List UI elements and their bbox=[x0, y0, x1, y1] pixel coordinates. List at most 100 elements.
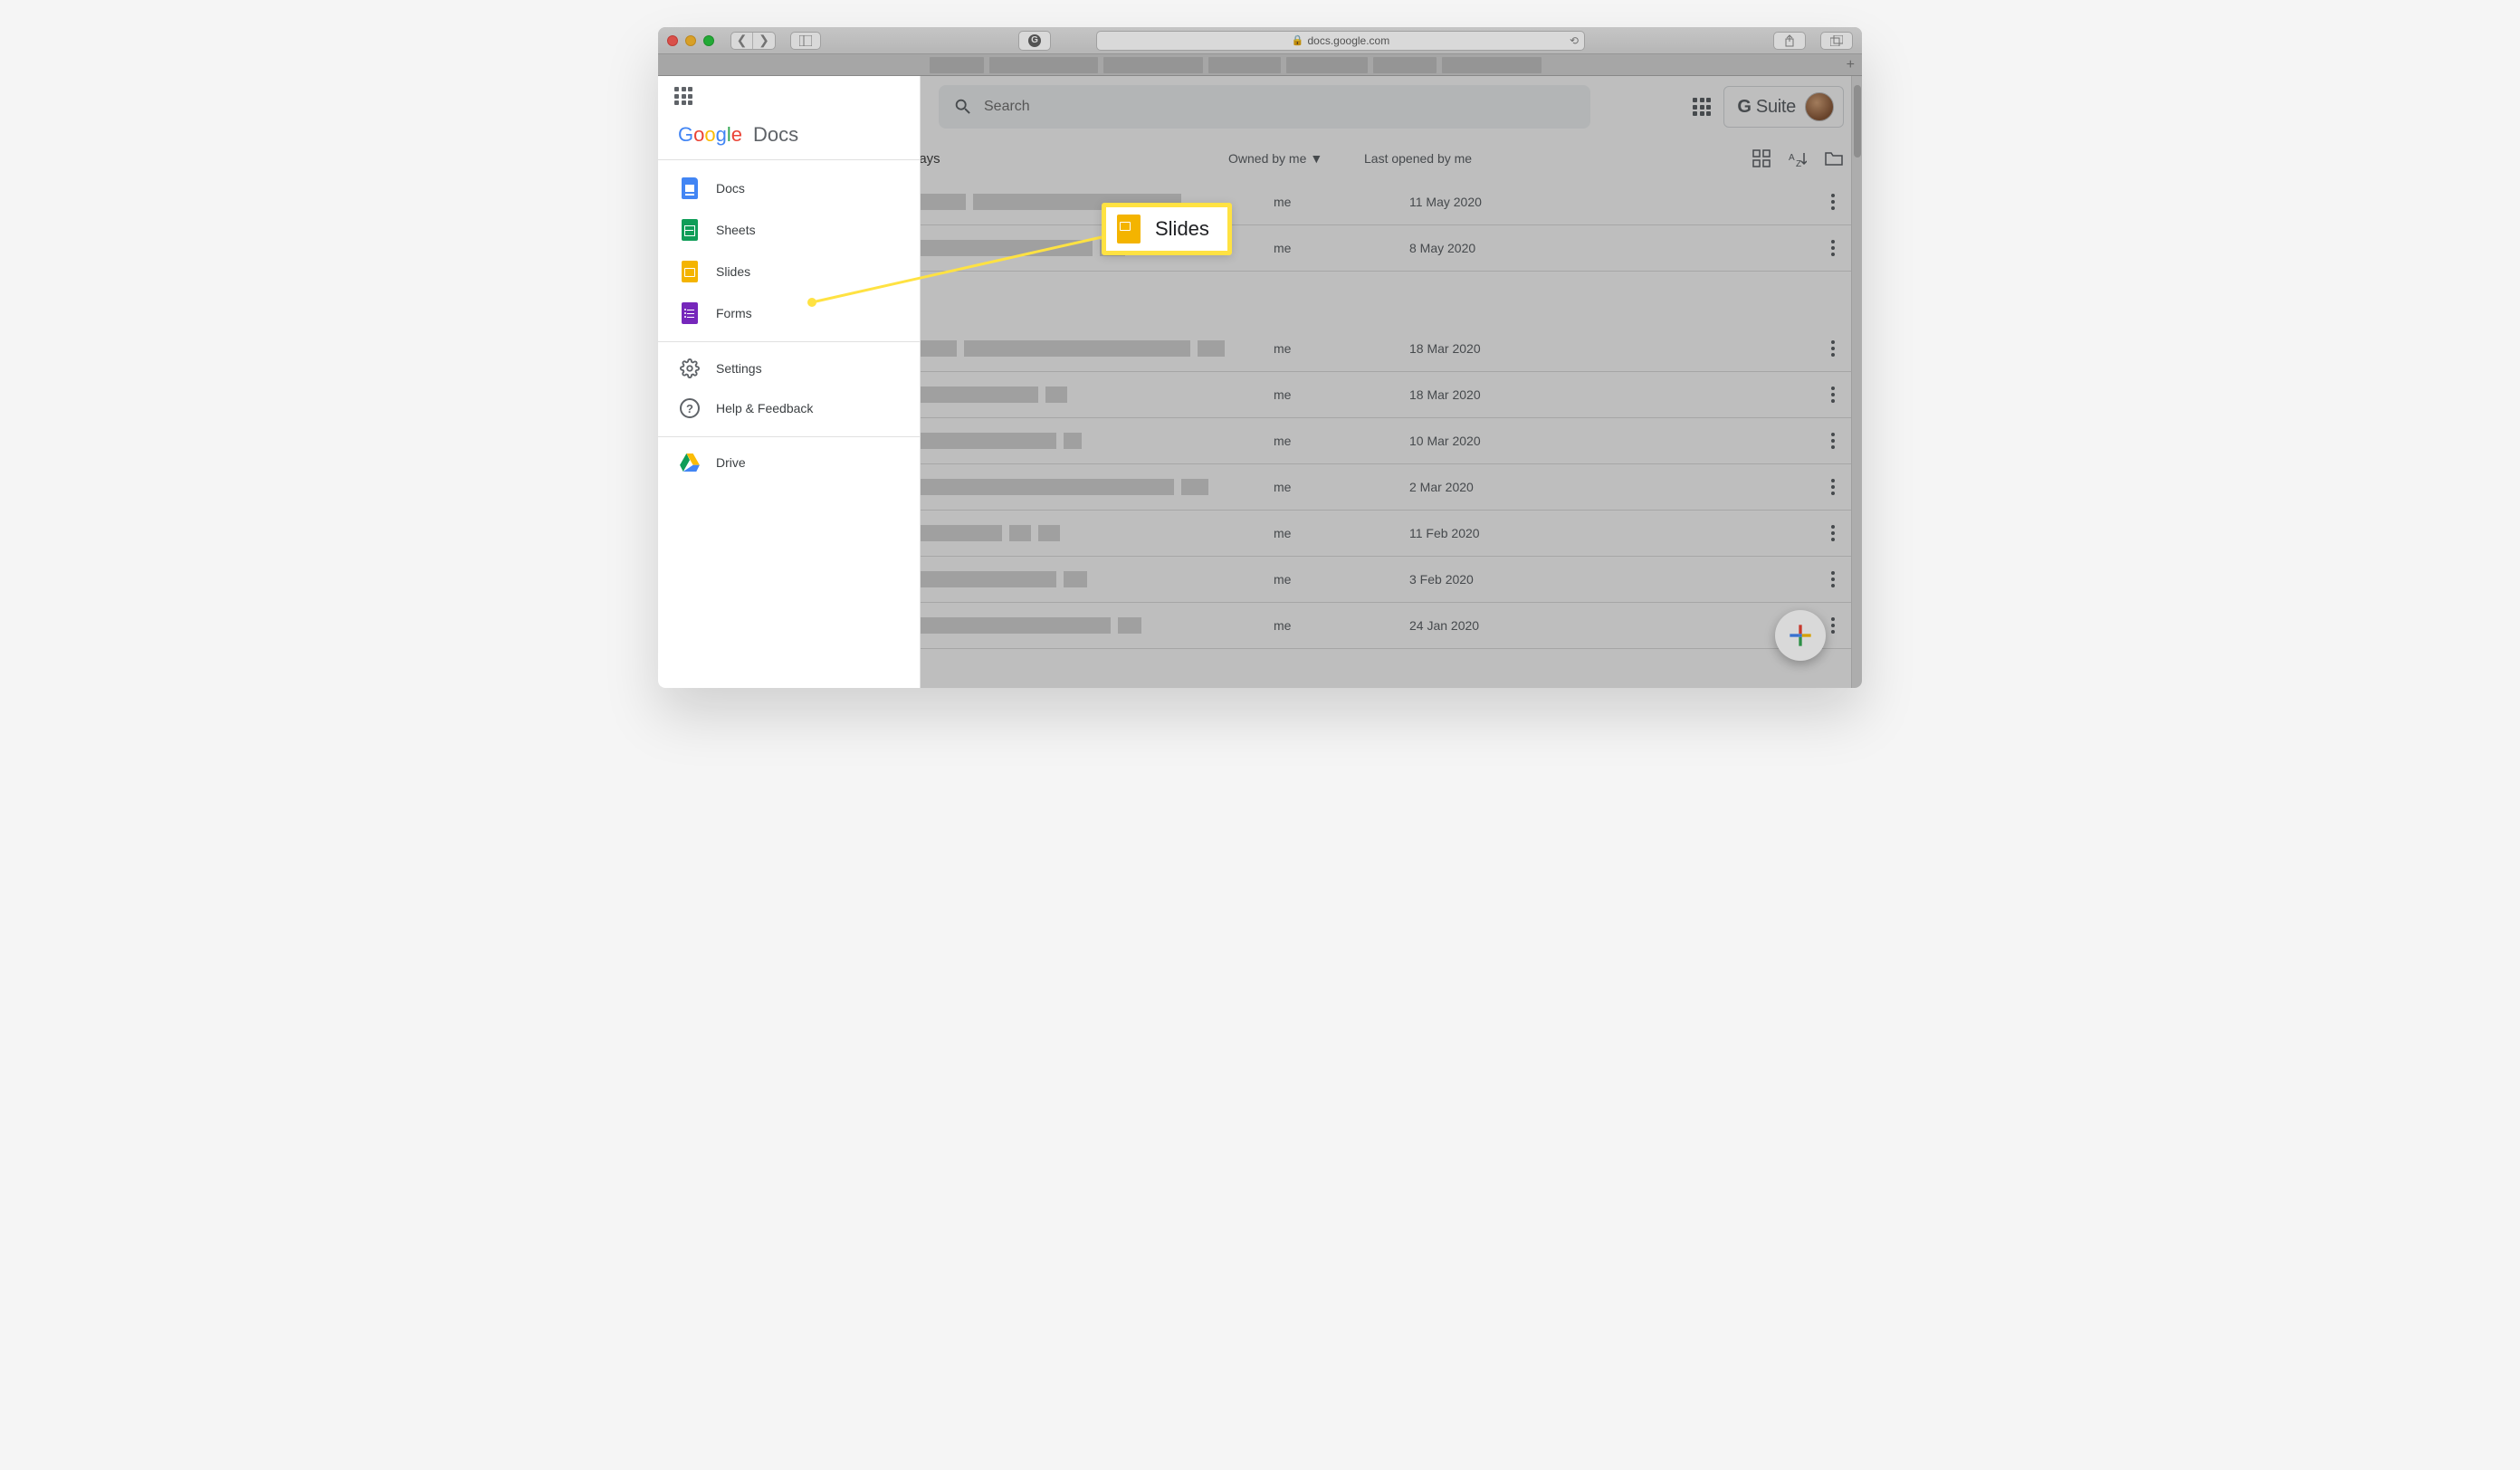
owned-label: Owned by me bbox=[1228, 151, 1306, 166]
row-owner: me bbox=[1274, 387, 1409, 402]
row-title-blurred bbox=[921, 433, 1274, 449]
google-apps-launcher[interactable] bbox=[658, 76, 920, 105]
sort-button[interactable]: AZ bbox=[1788, 148, 1808, 168]
row-date: 18 Mar 2020 bbox=[1409, 341, 1563, 356]
sidebar-item-label: Docs bbox=[716, 181, 745, 196]
google-apps-button[interactable] bbox=[1693, 98, 1711, 116]
row-more-button[interactable] bbox=[1831, 387, 1835, 403]
apps-grid-icon bbox=[674, 87, 692, 105]
site-settings-button[interactable]: G bbox=[1018, 31, 1051, 51]
brand[interactable]: Google Docs bbox=[658, 105, 920, 159]
more-vertical-icon bbox=[1831, 479, 1835, 495]
scrollbar[interactable] bbox=[1851, 76, 1862, 688]
blurred-tabs bbox=[930, 57, 1599, 73]
sidebar-item-slides[interactable]: Slides bbox=[658, 251, 920, 292]
row-date: 11 Feb 2020 bbox=[1409, 526, 1563, 540]
row-owner: me bbox=[1274, 526, 1409, 540]
document-row[interactable]: me2 Mar 2020 bbox=[921, 464, 1862, 511]
sidebar-item-label: Settings bbox=[716, 361, 762, 376]
row-more-button[interactable] bbox=[1831, 479, 1835, 495]
window-controls bbox=[667, 35, 714, 46]
slides-callout: Slides bbox=[1102, 203, 1232, 255]
row-title-blurred bbox=[921, 617, 1274, 634]
forms-icon bbox=[682, 302, 698, 324]
row-title-blurred bbox=[921, 479, 1274, 495]
close-window-icon[interactable] bbox=[667, 35, 678, 46]
document-row[interactable]: me18 Mar 2020 bbox=[921, 326, 1862, 372]
google-docs-app: Google Docs Docs Sheets Slides bbox=[658, 76, 1862, 688]
row-date: 8 May 2020 bbox=[1409, 241, 1563, 255]
forward-button[interactable]: ❯ bbox=[753, 33, 775, 49]
url-text: docs.google.com bbox=[1307, 34, 1389, 47]
row-title-blurred bbox=[921, 571, 1274, 587]
folder-button[interactable] bbox=[1824, 148, 1844, 168]
search-input[interactable] bbox=[984, 99, 1576, 115]
row-date: 18 Mar 2020 bbox=[1409, 387, 1563, 402]
url-bar[interactable]: 🔒 docs.google.com ⟲ bbox=[1096, 31, 1585, 51]
document-row[interactable]: me18 Mar 2020 bbox=[921, 372, 1862, 418]
document-row[interactable]: me3 Feb 2020 bbox=[921, 557, 1862, 603]
row-more-button[interactable] bbox=[1831, 194, 1835, 210]
document-row[interactable]: me11 Feb 2020 bbox=[921, 511, 1862, 557]
sidebar-item-label: Slides bbox=[716, 264, 750, 279]
browser-window: ❮ ❯ G 🔒 docs.google.com ⟲ + bbox=[658, 27, 1862, 688]
sidebar-item-label: Sheets bbox=[716, 223, 756, 237]
row-more-button[interactable] bbox=[1831, 571, 1835, 587]
more-vertical-icon bbox=[1831, 240, 1835, 256]
back-button[interactable]: ❮ bbox=[731, 33, 753, 49]
more-vertical-icon bbox=[1831, 525, 1835, 541]
row-date: 11 May 2020 bbox=[1409, 195, 1563, 209]
row-date: 24 Jan 2020 bbox=[1409, 618, 1563, 633]
svg-text:A: A bbox=[1789, 153, 1795, 163]
google-logo: Google bbox=[678, 123, 742, 147]
sidebar-item-docs[interactable]: Docs bbox=[658, 167, 920, 209]
sidebar-item-label: Drive bbox=[716, 455, 746, 470]
row-more-button[interactable] bbox=[1831, 525, 1835, 541]
app-sidebar: Google Docs Docs Sheets Slides bbox=[658, 76, 921, 688]
sidebar-item-sheets[interactable]: Sheets bbox=[658, 209, 920, 251]
more-vertical-icon bbox=[1831, 617, 1835, 634]
document-rows: me11 May 2020me8 May 2020me18 Mar 2020me… bbox=[921, 179, 1862, 649]
row-date: 3 Feb 2020 bbox=[1409, 572, 1563, 587]
fullscreen-window-icon[interactable] bbox=[703, 35, 714, 46]
row-owner: me bbox=[1274, 195, 1409, 209]
row-more-button[interactable] bbox=[1831, 340, 1835, 357]
gear-icon bbox=[680, 358, 700, 378]
row-more-button[interactable] bbox=[1831, 433, 1835, 449]
document-row[interactable]: me11 May 2020 bbox=[921, 179, 1862, 225]
search-box[interactable] bbox=[939, 85, 1590, 129]
chevron-down-icon: ▼ bbox=[1310, 151, 1322, 166]
nav-buttons: ❮ ❯ bbox=[730, 32, 776, 50]
row-owner: me bbox=[1274, 341, 1409, 356]
sidebar-toggle-button[interactable] bbox=[790, 32, 821, 50]
mac-titlebar: ❮ ❯ G 🔒 docs.google.com ⟲ bbox=[658, 27, 1862, 54]
new-document-button[interactable] bbox=[1775, 610, 1826, 661]
minimize-window-icon[interactable] bbox=[685, 35, 696, 46]
document-row[interactable]: me8 May 2020 bbox=[921, 225, 1862, 272]
user-avatar[interactable] bbox=[1805, 92, 1834, 121]
tabs-overview-button[interactable] bbox=[1820, 32, 1853, 50]
sidebar-item-settings[interactable]: Settings bbox=[658, 349, 920, 387]
more-vertical-icon bbox=[1831, 194, 1835, 210]
sidebar-item-help[interactable]: ? Help & Feedback bbox=[658, 387, 920, 429]
document-row[interactable]: me24 Jan 2020 bbox=[921, 603, 1862, 649]
more-vertical-icon bbox=[1831, 340, 1835, 357]
new-tab-button[interactable]: + bbox=[1847, 57, 1855, 73]
opened-header: Last opened by me bbox=[1364, 151, 1518, 166]
main-content: G Suite days Owned by me ▼ Last opened b… bbox=[921, 76, 1862, 688]
share-button[interactable] bbox=[1773, 32, 1806, 50]
gsuite-badge[interactable]: G Suite bbox=[1723, 86, 1844, 128]
scrollbar-thumb[interactable] bbox=[1854, 85, 1861, 158]
row-owner: me bbox=[1274, 241, 1409, 255]
sheets-icon bbox=[682, 219, 698, 241]
sidebar-item-forms[interactable]: Forms bbox=[658, 292, 920, 334]
row-more-button[interactable] bbox=[1831, 240, 1835, 256]
more-vertical-icon bbox=[1831, 387, 1835, 403]
grid-view-button[interactable] bbox=[1752, 148, 1771, 168]
sidebar-item-drive[interactable]: Drive bbox=[658, 444, 920, 481]
document-row[interactable]: me10 Mar 2020 bbox=[921, 418, 1862, 464]
plus-multicolor-icon bbox=[1787, 622, 1814, 649]
row-more-button[interactable] bbox=[1831, 617, 1835, 634]
reload-icon[interactable]: ⟲ bbox=[1570, 34, 1579, 47]
owned-filter[interactable]: Owned by me ▼ bbox=[1228, 151, 1364, 166]
